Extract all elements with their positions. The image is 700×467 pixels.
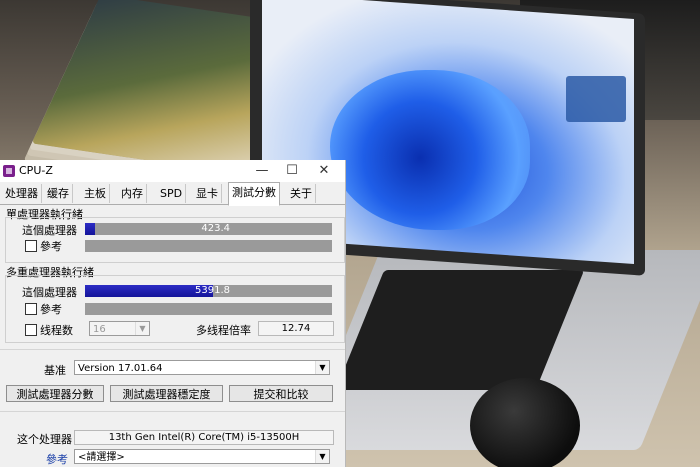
tab-cache[interactable]: 缓存 — [44, 184, 73, 203]
tab-processor[interactable]: 处理器 — [2, 184, 42, 203]
computer-mouse — [470, 378, 580, 467]
cpu-name: 13th Gen Intel(R) Core(TM) i5-13500H — [74, 430, 334, 445]
multi-this-label: 這個處理器 — [22, 286, 77, 299]
stress-cpu-button[interactable]: 測試處理器穩定度 — [110, 385, 223, 402]
multi-ref-label: 參考 — [40, 303, 62, 316]
single-this-value: 423.4 — [201, 223, 230, 234]
divider — [0, 349, 345, 350]
cpuz-window: CPU-Z — ☐ ✕ 处理器 缓存 主板 内存 SPD 显卡 測試分數 关于 … — [0, 160, 346, 467]
reference-value: <請選擇> — [78, 452, 125, 463]
benchmark-version-select[interactable]: Version 17.01.64 ▼ — [74, 360, 330, 375]
multi-ref-checkbox[interactable] — [25, 303, 37, 315]
ratio-label: 多线程倍率 — [196, 324, 251, 337]
cpuz-app-icon — [3, 165, 15, 177]
tab-graphics[interactable]: 显卡 — [193, 184, 222, 203]
threads-checkbox[interactable] — [25, 324, 37, 336]
single-ref-label: 參考 — [40, 240, 62, 253]
threads-label: 线程数 — [40, 324, 73, 337]
tab-bar: 处理器 缓存 主板 内存 SPD 显卡 測試分數 关于 — [0, 182, 345, 206]
reference-select[interactable]: <請選擇> ▼ — [74, 449, 330, 464]
bench-cpu-button[interactable]: 測試處理器分數 — [6, 385, 104, 402]
tab-about[interactable]: 关于 — [287, 184, 316, 203]
single-ref-checkbox[interactable] — [25, 240, 37, 252]
tab-bench[interactable]: 測試分數 — [228, 182, 280, 206]
single-this-bar: 423.4 — [85, 223, 332, 235]
this-cpu-label: 这个处理器 — [17, 433, 72, 446]
multi-this-bar: 5391.8 — [85, 285, 332, 297]
tab-memory[interactable]: 内存 — [118, 184, 147, 203]
benchmark-label: 基准 — [44, 364, 66, 377]
clock-widget — [566, 76, 626, 122]
threads-select[interactable]: 16 ▼ — [89, 321, 150, 336]
multi-this-value: 5391.8 — [195, 285, 230, 296]
multi-ref-bar — [85, 303, 332, 315]
single-this-label: 這個處理器 — [22, 224, 77, 237]
chevron-down-icon: ▼ — [315, 361, 329, 374]
maximize-icon[interactable]: ☐ — [278, 162, 306, 180]
title-bar: CPU-Z — ☐ ✕ — [0, 160, 345, 182]
submit-compare-button[interactable]: 提交和比较 — [229, 385, 333, 402]
tab-spd[interactable]: SPD — [157, 184, 187, 203]
minimize-icon[interactable]: — — [248, 162, 276, 180]
threads-value: 16 — [93, 324, 106, 335]
chevron-down-icon: ▼ — [315, 450, 329, 463]
single-ref-bar — [85, 240, 332, 252]
reference-label: 參考 — [46, 453, 68, 466]
benchmark-version: Version 17.01.64 — [78, 363, 163, 374]
divider — [0, 411, 345, 412]
close-icon[interactable]: ✕ — [310, 162, 338, 180]
tab-mainboard[interactable]: 主板 — [81, 184, 110, 203]
window-title: CPU-Z — [19, 164, 53, 177]
ratio-value: 12.74 — [258, 321, 334, 336]
chevron-down-icon: ▼ — [135, 322, 149, 335]
